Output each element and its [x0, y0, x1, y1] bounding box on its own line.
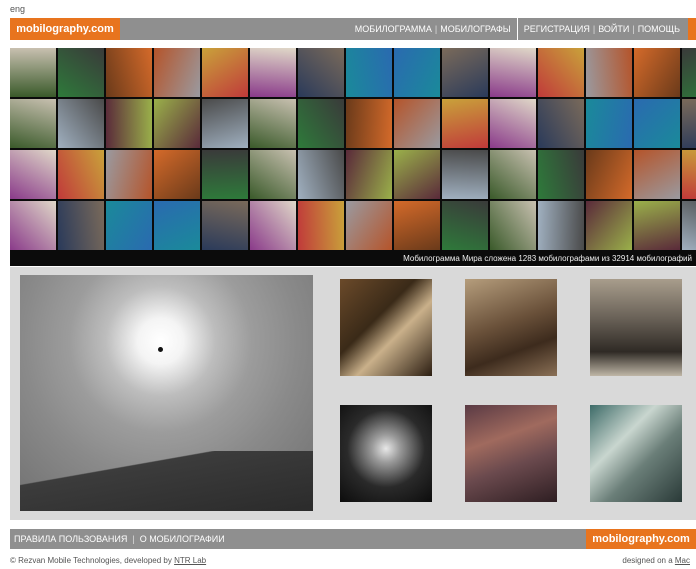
footer-logo[interactable]: mobilography.com: [586, 529, 696, 549]
mosaic-tile[interactable]: [154, 201, 200, 250]
thumb-photo-6[interactable]: [590, 405, 682, 502]
footer-terms-link[interactable]: ПРАВИЛА ПОЛЬЗОВАНИЯ: [14, 534, 127, 544]
mosaic-tile[interactable]: [58, 99, 104, 148]
thumb-photo-2[interactable]: [465, 279, 557, 376]
mosaic-tile[interactable]: [202, 48, 248, 97]
mosaic-tile[interactable]: [106, 99, 152, 148]
designed-text: designed on a: [622, 556, 673, 565]
mosaic-tile[interactable]: [58, 201, 104, 250]
main-photo-ground: [20, 451, 313, 511]
nav-login-link[interactable]: ВОЙТИ: [598, 24, 629, 34]
mosaic-tile[interactable]: [586, 150, 632, 199]
mosaic-tile[interactable]: [202, 201, 248, 250]
mosaic-tile[interactable]: [250, 48, 296, 97]
nav-separator: |: [592, 24, 596, 34]
nav-separator: |: [632, 24, 635, 34]
mosaic-tile[interactable]: [634, 201, 680, 250]
mosaic-tile[interactable]: [202, 150, 248, 199]
mosaic-tile[interactable]: [106, 48, 152, 97]
developer-link[interactable]: NTR Lab: [174, 556, 206, 565]
mosaic-tile[interactable]: [490, 150, 536, 199]
mosaic-grid: [10, 48, 696, 250]
mosaic-tile[interactable]: [394, 99, 440, 148]
mosaic-tile[interactable]: [442, 201, 488, 250]
main-photo-sun-spot: [158, 347, 163, 352]
mosaic-tile[interactable]: [682, 48, 696, 97]
thumb-photo-4[interactable]: [340, 405, 432, 502]
photo-mosaic: Мобилограмма Мира сложена 1283 мобилогра…: [10, 48, 696, 266]
mosaic-tile[interactable]: [298, 48, 344, 97]
mosaic-tile[interactable]: [298, 99, 344, 148]
mosaic-tile[interactable]: [586, 201, 632, 250]
mosaic-tile[interactable]: [394, 48, 440, 97]
copyright: © Rezvan Mobile Technologies, developed …: [10, 556, 206, 565]
mosaic-tile[interactable]: [634, 99, 680, 148]
mosaic-tile[interactable]: [442, 48, 488, 97]
mosaic-tile[interactable]: [538, 150, 584, 199]
mosaic-tile[interactable]: [586, 99, 632, 148]
designed-link[interactable]: Mac: [675, 556, 690, 565]
site-logo[interactable]: mobilography.com: [10, 18, 120, 40]
mosaic-tile[interactable]: [298, 201, 344, 250]
mosaic-tile[interactable]: [10, 99, 56, 148]
mosaic-tile[interactable]: [490, 201, 536, 250]
mosaic-tile[interactable]: [538, 48, 584, 97]
mosaic-tile[interactable]: [10, 150, 56, 199]
mosaic-tile[interactable]: [58, 150, 104, 199]
copyright-text: © Rezvan Mobile Technologies, developed …: [10, 556, 172, 565]
mosaic-tile[interactable]: [682, 99, 696, 148]
mosaic-tile[interactable]: [634, 150, 680, 199]
footer-about-link[interactable]: О МОБИЛОГРАФИИ: [140, 534, 225, 544]
mosaic-tile[interactable]: [682, 150, 696, 199]
nav-mobilographers-link[interactable]: МОБИЛОГРАФЫ: [440, 24, 511, 34]
mosaic-tile[interactable]: [586, 48, 632, 97]
mosaic-tile[interactable]: [346, 99, 392, 148]
nav-mobilogram-link[interactable]: МОБИЛОГРАММА: [355, 24, 432, 34]
mosaic-tile[interactable]: [682, 201, 696, 250]
mosaic-tile[interactable]: [346, 48, 392, 97]
mosaic-tile[interactable]: [298, 150, 344, 199]
mosaic-tile[interactable]: [538, 99, 584, 148]
mosaic-tile[interactable]: [154, 99, 200, 148]
mosaic-tile[interactable]: [346, 201, 392, 250]
footer-nav: ПРАВИЛА ПОЛЬЗОВАНИЯ | О МОБИЛОГРАФИИ: [10, 529, 225, 549]
language-switch[interactable]: eng: [10, 4, 25, 14]
main-photo[interactable]: [20, 275, 313, 511]
mosaic-tile[interactable]: [202, 99, 248, 148]
mosaic-tile[interactable]: [394, 150, 440, 199]
featured-photos: [10, 267, 696, 520]
mosaic-tile[interactable]: [154, 48, 200, 97]
footer-separator: |: [132, 534, 135, 544]
designed-on: designed on a Mac: [622, 556, 690, 565]
nav-register-link[interactable]: РЕГИСТРАЦИЯ: [524, 24, 590, 34]
header-accent-tab: [688, 18, 696, 40]
mosaic-tile[interactable]: [442, 150, 488, 199]
top-nav: МОБИЛОГРАММА | МОБИЛОГРАФЫ РЕГИСТРАЦИЯ |…: [349, 18, 686, 40]
mosaic-tile[interactable]: [154, 150, 200, 199]
mosaic-caption: Мобилограмма Мира сложена 1283 мобилогра…: [403, 254, 692, 263]
mosaic-tile[interactable]: [538, 201, 584, 250]
thumb-photo-5[interactable]: [465, 405, 557, 502]
mosaic-tile[interactable]: [10, 48, 56, 97]
footer-bar: ПРАВИЛА ПОЛЬЗОВАНИЯ | О МОБИЛОГРАФИИ mob…: [10, 529, 696, 549]
mosaic-tile[interactable]: [490, 48, 536, 97]
mosaic-tile[interactable]: [10, 201, 56, 250]
mosaic-tile[interactable]: [106, 150, 152, 199]
mosaic-tile[interactable]: [394, 201, 440, 250]
thumb-photo-1[interactable]: [340, 279, 432, 376]
mosaic-tile[interactable]: [250, 99, 296, 148]
mosaic-tile[interactable]: [634, 48, 680, 97]
top-navigation-bar: mobilography.com МОБИЛОГРАММА | МОБИЛОГР…: [10, 18, 696, 40]
mosaic-tile[interactable]: [346, 150, 392, 199]
mosaic-tile[interactable]: [442, 99, 488, 148]
nav-separator: |: [434, 24, 438, 34]
mosaic-tile[interactable]: [250, 150, 296, 199]
mosaic-tile[interactable]: [58, 48, 104, 97]
nav-help-link[interactable]: ПОМОЩЬ: [638, 24, 680, 34]
mosaic-tile[interactable]: [106, 201, 152, 250]
mosaic-tile[interactable]: [250, 201, 296, 250]
thumb-photo-3[interactable]: [590, 279, 682, 376]
mosaic-tile[interactable]: [490, 99, 536, 148]
